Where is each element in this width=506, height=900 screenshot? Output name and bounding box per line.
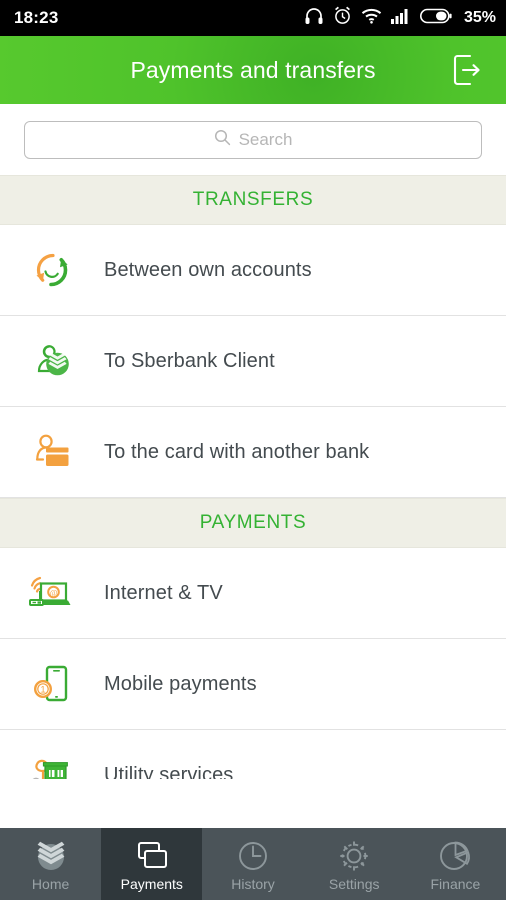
list-item[interactable]: Between own accounts xyxy=(0,225,506,316)
search-container: Search xyxy=(0,104,506,175)
person-sberbank-logo-icon xyxy=(24,333,80,389)
status-bar: 18:23 35% xyxy=(0,0,506,36)
nav-label: History xyxy=(231,875,275,892)
pie-chart-icon xyxy=(437,837,473,873)
content-list: TRANSFERS Between own accounts To Sberba… xyxy=(0,175,506,779)
building-tree-icon xyxy=(24,748,80,779)
nav-label: Finance xyxy=(430,875,481,892)
list-item-label: To the card with another bank xyxy=(104,440,370,463)
nav-item-settings[interactable]: Settings xyxy=(304,828,405,900)
circular-arrows-icon xyxy=(24,242,80,298)
bottom-navigation: Home Payments History Settings Finance xyxy=(0,828,506,900)
section-header-payments: PAYMENTS xyxy=(0,498,506,548)
person-card-icon xyxy=(24,424,80,480)
nav-label: Home xyxy=(31,875,70,892)
list-item[interactable]: Utility services xyxy=(0,730,506,779)
battery-icon xyxy=(419,8,452,29)
nav-item-finance[interactable]: Finance xyxy=(405,828,506,900)
list-item[interactable]: 1 Mobile payments xyxy=(0,639,506,730)
gear-icon xyxy=(336,837,372,873)
nav-item-home[interactable]: Home xyxy=(0,828,101,900)
nav-item-history[interactable]: History xyxy=(202,828,303,900)
wifi-icon xyxy=(361,8,382,29)
battery-percent-label: 35% xyxy=(463,9,496,26)
cellular-signal-icon xyxy=(390,8,411,29)
exit-logout-icon[interactable] xyxy=(446,49,488,91)
search-input[interactable]: Search xyxy=(24,121,482,159)
search-icon xyxy=(214,129,231,151)
nav-item-payments[interactable]: Payments xyxy=(101,828,203,900)
nav-label: Payments xyxy=(120,875,183,892)
clock-icon xyxy=(235,837,271,873)
list-item[interactable]: @ Internet & TV xyxy=(0,548,506,639)
svg-text:@: @ xyxy=(50,588,58,598)
section-title: PAYMENTS xyxy=(199,512,307,533)
cards-stack-icon xyxy=(132,837,172,873)
search-placeholder: Search xyxy=(238,130,293,149)
list-item-label: Utility services xyxy=(104,764,234,779)
list-item-label: Internet & TV xyxy=(104,581,223,604)
sberbank-logo-icon xyxy=(32,837,70,873)
section-header-transfers: TRANSFERS xyxy=(0,175,506,225)
phone-coin-icon: 1 xyxy=(24,656,80,712)
section-title: TRANSFERS xyxy=(192,189,314,210)
laptop-wifi-at-icon: @ xyxy=(24,565,80,621)
headphones-icon xyxy=(304,7,324,30)
app-header: Payments and transfers xyxy=(0,36,506,104)
list-item[interactable]: To the card with another bank xyxy=(0,407,506,498)
svg-text:1: 1 xyxy=(40,685,45,695)
status-bar-clock: 18:23 xyxy=(14,8,59,27)
nav-label: Settings xyxy=(328,875,380,892)
list-item-label: Between own accounts xyxy=(104,258,312,281)
page-title: Payments and transfers xyxy=(130,56,376,83)
list-item[interactable]: To Sberbank Client xyxy=(0,316,506,407)
list-item-label: Mobile payments xyxy=(104,672,257,695)
alarm-clock-icon xyxy=(333,6,352,30)
list-item-label: To Sberbank Client xyxy=(104,349,275,372)
